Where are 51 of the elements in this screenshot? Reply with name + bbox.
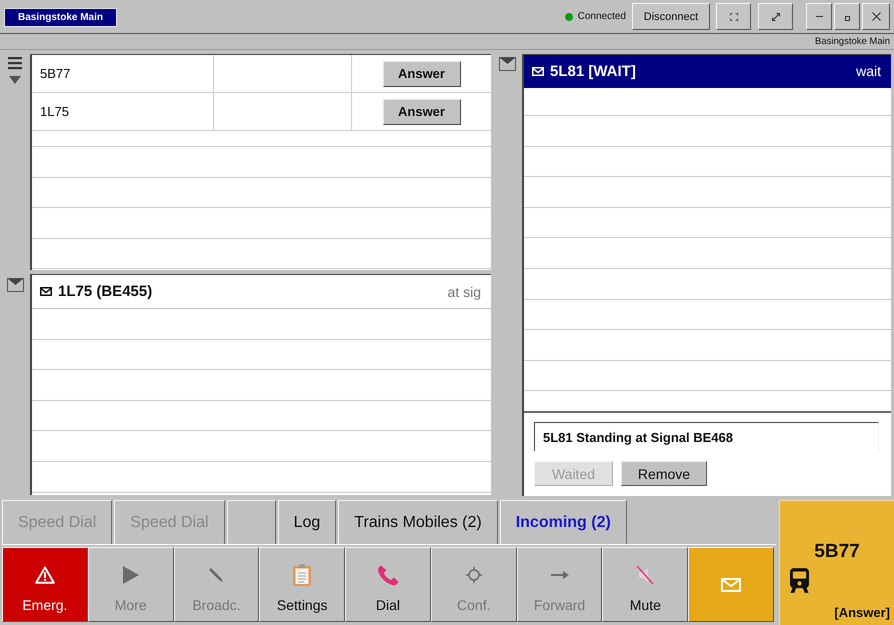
fullscreen-button[interactable] bbox=[716, 3, 751, 30]
tab[interactable]: Incoming (2) bbox=[500, 500, 627, 544]
fullscreen-icon bbox=[730, 12, 738, 20]
envelope-icon bbox=[532, 66, 544, 76]
arrow-right-icon bbox=[550, 570, 569, 580]
maximize-icon bbox=[844, 16, 850, 21]
clipboard-icon bbox=[293, 564, 312, 586]
train-id-cell: 5B77 bbox=[32, 55, 214, 92]
current-call-action: [Answer] bbox=[834, 605, 890, 620]
diagonal-arrow-icon bbox=[772, 12, 780, 20]
answer-button[interactable]: Answer bbox=[382, 98, 460, 124]
phone-icon bbox=[376, 564, 399, 586]
connection-status: Connected bbox=[578, 11, 626, 22]
current-call-train: 5B77 bbox=[814, 541, 860, 563]
pencil-icon bbox=[208, 567, 224, 583]
resize-button[interactable] bbox=[758, 3, 793, 30]
envelope-icon[interactable] bbox=[6, 278, 24, 292]
message-title: 1L75 (BE455) bbox=[58, 283, 152, 300]
train-id-cell: 1L75 bbox=[32, 93, 214, 130]
warning-icon bbox=[34, 566, 55, 584]
remove-button[interactable]: Remove bbox=[621, 461, 707, 486]
minimize-icon bbox=[816, 16, 822, 17]
message-status: wait bbox=[856, 63, 881, 79]
message-button[interactable] bbox=[688, 547, 774, 622]
envelope-icon bbox=[721, 578, 742, 592]
station-badge: Basingstoke Main bbox=[4, 8, 117, 26]
train-icon bbox=[790, 568, 809, 593]
disconnect-button[interactable]: Disconnect bbox=[632, 3, 710, 30]
current-call-panel[interactable]: 5B77 [Answer] bbox=[779, 500, 894, 625]
message-field[interactable]: 5L81 Standing at Signal BE468 bbox=[534, 422, 879, 451]
menu-dropdown-icon[interactable] bbox=[8, 57, 22, 85]
tab[interactable]: Trains Mobiles (2) bbox=[338, 500, 498, 544]
maximize-button[interactable] bbox=[834, 3, 860, 30]
crosshair-icon bbox=[466, 567, 482, 583]
envelope-icon bbox=[40, 287, 52, 296]
answer-button[interactable]: Answer bbox=[382, 60, 460, 86]
emergency-button[interactable]: Emerg. bbox=[2, 547, 88, 622]
settings-button[interactable]: Settings bbox=[259, 547, 346, 622]
message-title: 5L81 [WAIT] bbox=[550, 62, 636, 80]
close-button[interactable] bbox=[862, 3, 890, 30]
tab[interactable]: Log bbox=[278, 500, 336, 544]
envelope-icon[interactable] bbox=[499, 57, 516, 71]
muted-speaker-icon bbox=[636, 565, 654, 585]
mute-button[interactable]: Mute bbox=[602, 547, 688, 622]
message-header[interactable]: 5L81 [WAIT] wait bbox=[524, 55, 891, 88]
minimize-button[interactable] bbox=[806, 3, 832, 30]
close-icon bbox=[872, 12, 880, 21]
message-status: at sig bbox=[448, 284, 481, 300]
play-icon bbox=[122, 566, 139, 584]
location-label: Basingstoke Main bbox=[815, 36, 890, 47]
dial-button[interactable]: Dial bbox=[345, 547, 431, 622]
